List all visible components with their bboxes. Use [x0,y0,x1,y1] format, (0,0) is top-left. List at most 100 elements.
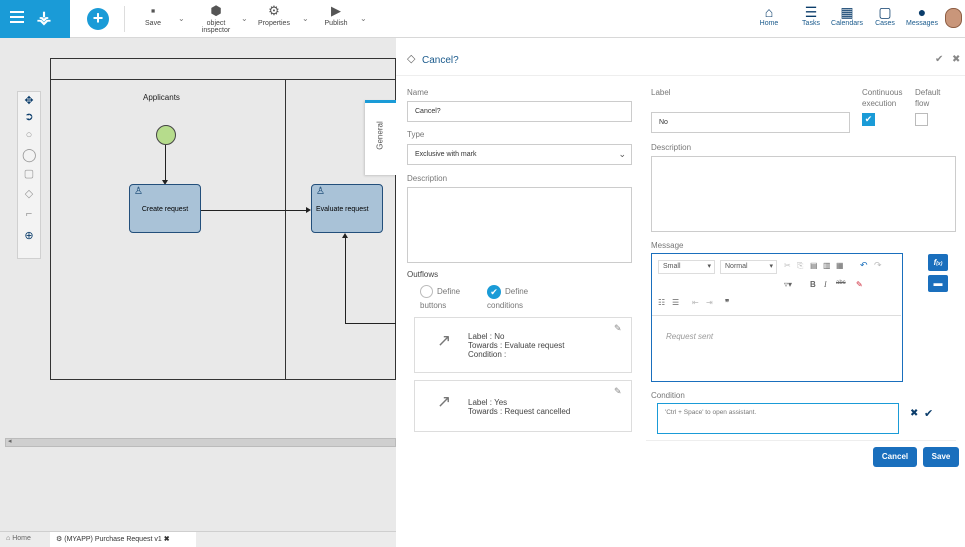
nav-messages-label: Messages [906,20,938,27]
sequence-flow[interactable] [201,210,309,211]
define-buttons-label-2: buttons [420,301,447,310]
connect-icon[interactable]: ➲ [22,110,36,124]
define-conditions-label-2: conditions [487,301,524,310]
formula-button[interactable]: f(x) [928,254,948,271]
redo-icon[interactable]: ↷ [874,260,882,271]
italic-icon[interactable]: I [824,280,827,289]
general-side-tab[interactable]: General [365,100,396,175]
bold-icon[interactable]: B [810,280,816,289]
cut-icon[interactable]: ✂ [784,261,791,270]
chevron-down-icon: ⌄ [618,149,626,159]
font-size-value: Small [663,263,681,270]
clear-condition-icon[interactable]: ✖ [910,408,918,419]
save-button[interactable]: Save [923,447,959,467]
hamburger-menu-icon[interactable] [10,11,24,23]
default-flow-checkbox[interactable] [915,113,928,126]
close-icon[interactable]: ✖ [164,536,170,543]
paste-icon[interactable]: ▤ [810,261,818,270]
edit-pencil-icon[interactable]: ✎ [614,324,622,333]
keyboard-button[interactable]: ▬ [928,275,948,292]
font-size-select[interactable]: Small ▾ [658,260,715,274]
lane-divider [285,79,286,379]
nav-tasks-label: Tasks [802,20,820,27]
remove-format-icon[interactable]: ✎ [856,280,863,289]
copy-icon[interactable]: ⎘ [797,261,803,271]
outflow-card-yes[interactable]: ↗ Label : Yes Towards : Request cancelle… [414,380,632,432]
chevron-down-icon[interactable]: ⌄ [360,14,367,23]
define-conditions-radio[interactable]: ✔ [487,285,501,299]
app-logo-icon[interactable]: ⚶ [33,8,55,28]
gateway-icon[interactable]: ◇ [22,187,36,201]
scroll-left-icon[interactable]: ◂ [8,437,12,445]
message-rich-editor[interactable]: Small ▾ Normal ▾ ✂ ⎘ ▤ ▥ ▦ ↶ ↷ ▿▾ B I ab… [651,253,903,382]
chevron-down-icon[interactable]: ⌄ [178,14,185,23]
close-icon[interactable]: ✖ [952,54,960,65]
properties-button[interactable]: ⚙ Properties [254,4,294,28]
nav-cases[interactable]: ▢ Cases [870,4,900,27]
continuous-execution-label-1: Continuous [862,88,903,97]
add-circle-icon[interactable]: ⊕ [22,229,36,243]
nav-home-label: Home [759,20,779,27]
type-select[interactable]: Exclusive with mark ⌄ [407,144,632,165]
indent-icon[interactable]: ⇥ [706,298,713,307]
start-event[interactable] [156,125,176,145]
task-icon[interactable]: ▢ [22,167,36,181]
numbered-list-icon[interactable]: ☷ [658,298,665,307]
description-label: Description [407,174,448,183]
bottom-tab-bar: ⌂ Home ⚙ (MYAPP) Purchase Request v1 ✖ [0,531,396,547]
object-inspector-button[interactable]: ⬢ object inspector [196,4,236,35]
undo-icon[interactable]: ↶ [860,260,868,271]
cancel-button[interactable]: Cancel [873,447,917,467]
dropdown-arrow-icon: ▾ [769,263,773,270]
blockquote-icon[interactable]: ❞ [725,298,729,307]
task-evaluate-request[interactable]: ♙ Evaluate request [311,184,383,233]
description-textarea[interactable] [407,187,632,263]
user-avatar[interactable] [945,8,962,28]
format-value: Normal [725,263,748,270]
nav-messages[interactable]: ● Messages [904,4,940,27]
strikethrough-icon[interactable]: abc [836,280,846,286]
start-event-icon[interactable]: ○ [22,128,36,142]
dropdown-arrow-icon: ▾ [707,263,711,270]
top-toolbar: ⚶ + ▪ Save ⌄ ⬢ object inspector ⌄ ⚙ Prop… [0,0,965,38]
outflow-card-no[interactable]: ↗ Label : No Towards : Evaluate request … [414,317,632,373]
paste-text-icon[interactable]: ▥ [823,261,831,270]
chevron-down-icon[interactable]: ⌄ [302,14,309,23]
format-select[interactable]: Normal ▾ [720,260,777,274]
annotation-icon[interactable]: ⌐ [22,207,36,221]
accept-condition-icon[interactable]: ✔ [924,407,933,420]
nav-tasks[interactable]: ☰ Tasks [797,4,825,27]
flow-description-textarea[interactable] [651,156,956,232]
paste-word-icon[interactable]: ▦ [836,261,844,270]
save-toolbar-button[interactable]: ▪ Save [138,4,168,28]
chevron-down-icon[interactable]: ⌄ [241,14,248,23]
condition-textarea[interactable]: 'Ctrl + Space' to open assistant. [657,403,899,434]
editor-content[interactable]: Request sent [666,332,713,341]
outdent-icon[interactable]: ⇤ [692,298,699,307]
bulleted-list-icon[interactable]: ☰ [672,298,679,307]
end-event-icon[interactable]: ◯ [22,148,37,162]
continuous-execution-checkbox[interactable]: ✔ [862,113,875,126]
edit-pencil-icon[interactable]: ✎ [614,387,622,396]
label-input[interactable]: No [651,112,850,133]
sequence-flow[interactable] [165,145,166,183]
text-color-icon[interactable]: ▿▾ [784,280,792,289]
nav-calendars[interactable]: ▦ Calendars [827,4,867,27]
define-buttons-radio[interactable] [420,285,433,298]
sequence-flow[interactable] [345,237,346,323]
name-value: Cancel? [415,108,441,115]
publish-button[interactable]: ▶ Publish [318,4,354,28]
tab-process[interactable]: ⚙ (MYAPP) Purchase Request v1 ✖ [50,532,196,547]
task-create-request[interactable]: ♙ Create request [129,184,201,233]
add-button[interactable]: + [87,8,109,30]
nav-home[interactable]: ⌂ Home [754,4,784,27]
home-icon: ⌂ [6,535,11,542]
move-icon[interactable]: ✥ [22,94,36,108]
process-icon: ⚙ [56,536,63,543]
name-input[interactable]: Cancel? [407,101,632,122]
horizontal-scrollbar[interactable]: ◂ [5,438,396,447]
condition-placeholder: 'Ctrl + Space' to open assistant. [665,409,757,416]
tab-home[interactable]: ⌂ Home [6,535,31,542]
description2-label: Description [651,143,692,152]
confirm-check-icon[interactable]: ✔ [935,54,943,65]
